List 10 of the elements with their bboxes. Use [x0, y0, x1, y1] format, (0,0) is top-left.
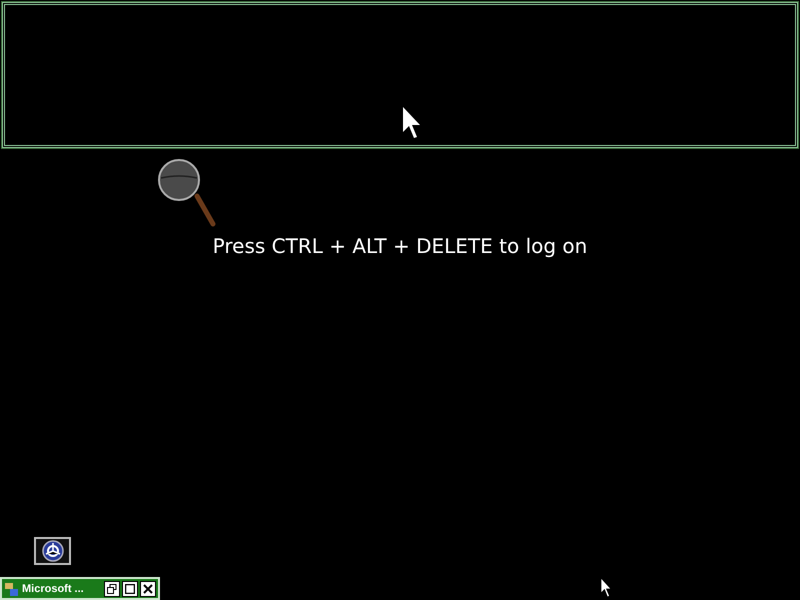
minimized-window[interactable]: Microsoft ... — [0, 577, 160, 600]
maximize-button[interactable] — [122, 580, 138, 596]
accessibility-button[interactable] — [34, 537, 71, 565]
magnifier-icon — [157, 158, 217, 228]
window-title: Microsoft ... — [22, 582, 85, 594]
restore-button[interactable] — [104, 580, 120, 596]
cursor-icon — [402, 106, 422, 140]
logon-prompt: Press CTRL + ALT + DELETE to log on — [212, 234, 588, 258]
computer-icon — [4, 580, 20, 596]
close-button[interactable] — [140, 580, 156, 596]
